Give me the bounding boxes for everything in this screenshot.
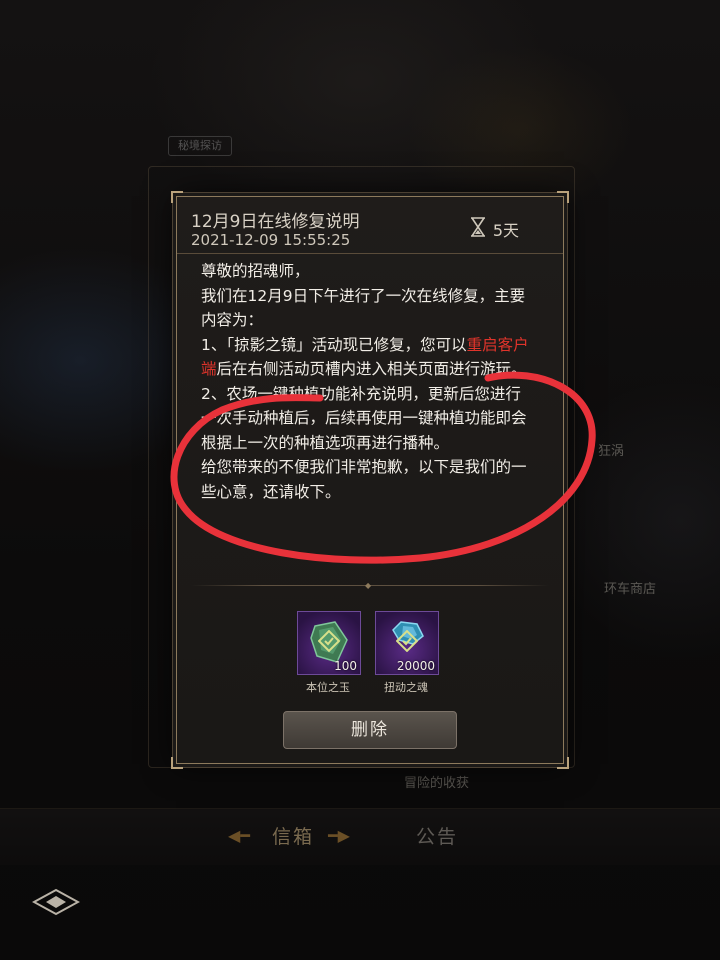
tab-inbox[interactable]: 信箱 <box>272 822 314 849</box>
reward-item[interactable]: 20000 扭动之魂 <box>375 611 439 695</box>
reward-count: 20000 <box>396 659 435 673</box>
reward-item[interactable]: 100 本位之玉 <box>297 611 361 695</box>
mail-header: 12月9日在线修复说明 2021-12-09 15:55:25 5天 <box>177 197 563 254</box>
mail-body: 尊敬的招魂师， 我们在12月9日下午进行了一次在线修复，主要内容为： 1、「掠影… <box>201 259 535 504</box>
background-tag: 秘境探访 <box>168 136 232 156</box>
hourglass-icon <box>471 217 485 237</box>
diamond-logo-icon[interactable] <box>32 882 80 922</box>
mail-timestamp: 2021-12-09 15:55:25 <box>191 231 351 249</box>
mail-item-1-start: 1、「掠影之镜」活动现已修复，您可以 <box>201 335 467 354</box>
delete-button[interactable]: 删除 <box>283 711 457 749</box>
mail-dialog: 12月9日在线修复说明 2021-12-09 15:55:25 5天 尊敬的招魂… <box>171 191 569 769</box>
reward-name: 扭动之魂 <box>384 681 428 694</box>
divider-ornament-icon: ◆ <box>365 581 372 590</box>
bottom-tab-bar <box>0 808 720 865</box>
dialog-corner-ornament <box>171 757 183 769</box>
claimed-check-icon <box>396 630 418 652</box>
dialog-corner-ornament <box>557 757 569 769</box>
mail-item-1-end: 后在右侧活动页槽内进入相关页面进行游玩。 <box>216 360 527 378</box>
tab-notice[interactable]: 公告 <box>416 822 458 849</box>
claimed-check-icon <box>318 630 340 652</box>
tab-arrow-left-icon: ◀━ <box>228 826 250 845</box>
background-label-right-1: 狂涡 <box>598 444 625 459</box>
tab-arrow-right-icon: ━▶ <box>328 826 350 845</box>
mail-item-2: 2、农场一键种植功能补充说明，更新后您进行一次手动种植后，后续再使用一键种植功能… <box>201 384 527 452</box>
mail-closing: 给您带来的不便我们非常抱歉，以下是我们的一些心意，还请收下。 <box>201 458 527 501</box>
background-label-right-2: 环车商店 <box>604 582 657 597</box>
mail-greeting: 尊敬的招魂师， <box>201 262 310 280</box>
reward-slot[interactable]: 20000 <box>375 611 439 675</box>
mail-title: 12月9日在线修复说明 <box>191 212 360 232</box>
background-label-bottom: 冒险的收获 <box>404 776 470 791</box>
mail-intro: 我们在12月9日下午进行了一次在线修复，主要内容为： <box>201 286 526 330</box>
reward-name: 本位之玉 <box>306 681 350 694</box>
reward-slot[interactable]: 100 <box>297 611 361 675</box>
reward-count: 100 <box>334 659 357 673</box>
mail-expire: 5天 <box>492 221 519 240</box>
